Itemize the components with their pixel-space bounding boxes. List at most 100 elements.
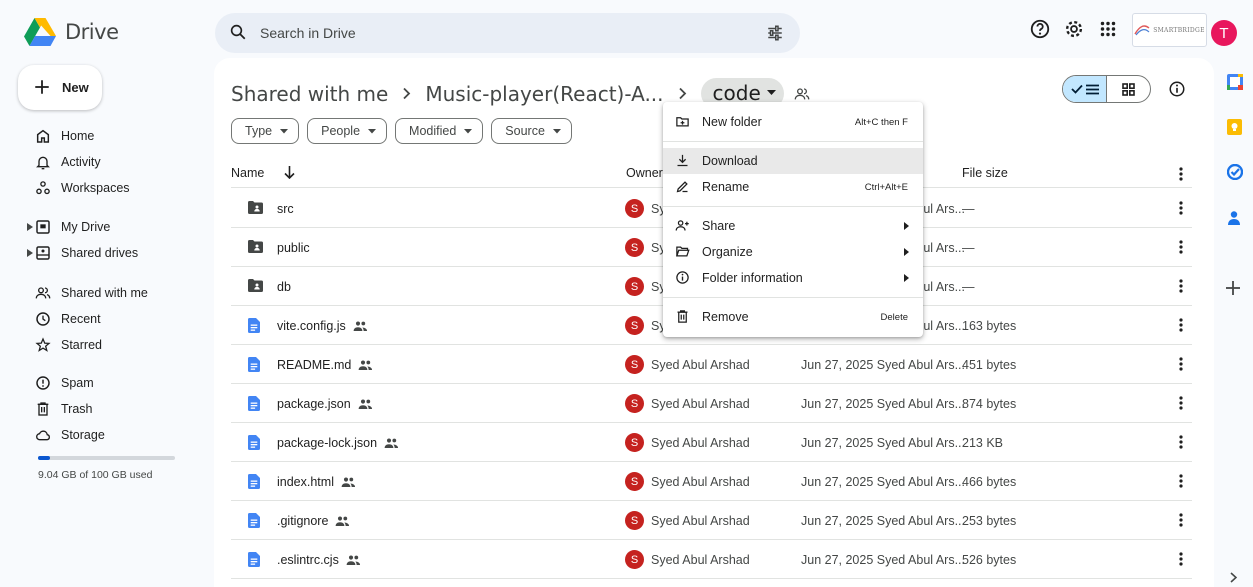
table-row[interactable]: package.json S Syed Abul Arshad Jun 27, 202…	[231, 384, 1192, 423]
table-row[interactable]: .eslintrc.cjs S Syed Abul Arshad Jun 27, 20…	[231, 540, 1192, 579]
sidebar-item-workspaces[interactable]: Workspaces	[0, 176, 205, 200]
shared-folder-icon	[794, 87, 810, 99]
more-vert-icon	[1179, 513, 1183, 527]
menu-item-rename[interactable]: Rename Ctrl+Alt+E	[663, 174, 923, 200]
storage-usage-fill	[38, 456, 51, 460]
breadcrumb-parent-folder[interactable]: Music-player(React)-A...	[425, 82, 663, 106]
more-actions-button[interactable]	[1179, 513, 1183, 527]
file-name[interactable]: src	[277, 202, 294, 216]
file-name[interactable]: .eslintrc.cjs	[277, 553, 361, 567]
home-icon	[36, 129, 50, 143]
expand-arrow-icon[interactable]	[27, 249, 33, 257]
filter-people[interactable]: People	[307, 118, 388, 144]
shared-folder-icon	[248, 201, 263, 214]
menu-item-download[interactable]: Download	[663, 148, 923, 174]
caret-down-icon	[280, 128, 289, 133]
filter-type[interactable]: Type	[231, 118, 300, 144]
more-actions-button[interactable]	[1179, 435, 1183, 449]
view-toggle	[1062, 75, 1151, 103]
file-type-icon	[248, 513, 260, 528]
table-row[interactable]: package-lock.json S Syed Abul Arshad Jun 27…	[231, 423, 1192, 462]
help-icon[interactable]	[1029, 18, 1051, 40]
people-icon	[35, 287, 51, 299]
table-row[interactable]: .gitignore S Syed Abul Arshad Jun 27, 2025 …	[231, 501, 1192, 540]
column-header-file-size[interactable]: File size	[962, 166, 1008, 180]
menu-item-folder-information[interactable]: Folder information	[663, 265, 923, 291]
more-actions-button[interactable]	[1179, 357, 1183, 371]
tasks-icon[interactable]	[1227, 164, 1243, 180]
sidebar-item-spam[interactable]: Spam	[0, 371, 205, 395]
list-view-button[interactable]	[1063, 76, 1107, 102]
more-actions-button[interactable]	[1179, 552, 1183, 566]
sidebar-item-trash[interactable]: Trash	[0, 397, 205, 421]
table-row[interactable]: index.html S Syed Abul Arshad Jun 27, 2025 …	[231, 462, 1192, 501]
menu-item-new-folder[interactable]: New folder Alt+C then F	[663, 109, 923, 135]
info-icon[interactable]	[1168, 80, 1186, 98]
contacts-icon[interactable]	[1227, 210, 1241, 226]
sidebar-item-recent[interactable]: Recent	[0, 307, 205, 331]
calendar-icon[interactable]	[1227, 74, 1243, 90]
search-input[interactable]: Search in Drive	[260, 25, 356, 41]
grid-view-button[interactable]	[1107, 76, 1150, 102]
owner-name: Syed Abul Arshad	[651, 552, 750, 567]
organization-logo[interactable]: SMARTBRIDGE	[1132, 13, 1207, 47]
brand-label: SMARTBRIDGE	[1153, 26, 1205, 34]
sidebar-item-storage[interactable]: Storage	[0, 423, 205, 447]
apps-grid-icon[interactable]	[1097, 18, 1119, 40]
filter-source[interactable]: Source	[491, 118, 572, 144]
filter-modified[interactable]: Modified	[395, 118, 484, 144]
expand-arrow-icon[interactable]	[27, 223, 33, 231]
more-actions-button[interactable]	[1179, 474, 1183, 488]
file-name[interactable]: README.md	[277, 358, 373, 372]
search-bar[interactable]: Search in Drive	[215, 13, 800, 53]
modified-cell: Jun 27, 2025 Syed Abul Ars...	[801, 397, 966, 411]
more-vert-icon[interactable]	[1179, 167, 1183, 181]
file-name[interactable]: package-lock.json	[277, 436, 399, 450]
file-name[interactable]: db	[277, 280, 291, 294]
owner-avatar: S	[625, 277, 644, 296]
file-name[interactable]: .gitignore	[277, 514, 350, 528]
breadcrumb-shared-with-me[interactable]: Shared with me	[231, 82, 388, 106]
new-button[interactable]: New	[18, 65, 102, 110]
document-icon	[248, 357, 260, 372]
settings-icon[interactable]	[1063, 18, 1085, 40]
file-name[interactable]: package.json	[277, 397, 373, 411]
shared-people-icon	[346, 555, 360, 565]
document-icon	[248, 552, 260, 567]
file-name[interactable]: index.html	[277, 475, 356, 489]
shared-people-icon	[336, 516, 350, 526]
file-size-cell: 874 bytes	[962, 397, 1017, 411]
sidebar-item-activity[interactable]: Activity	[0, 150, 205, 174]
table-row[interactable]: README.md S Syed Abul Arshad Jun 27, 2025 S…	[231, 345, 1192, 384]
search-options-icon[interactable]	[766, 24, 784, 42]
file-type-icon	[248, 474, 260, 489]
document-icon	[248, 435, 260, 450]
menu-item-remove[interactable]: Remove Delete	[663, 304, 923, 330]
sidebar-item-home[interactable]: Home	[0, 124, 205, 148]
menu-item-organize[interactable]: Organize	[663, 239, 923, 265]
sidebar-item-starred[interactable]: Starred	[0, 333, 205, 357]
more-vert-icon	[1179, 474, 1183, 488]
sidebar-item-shared-with-me[interactable]: Shared with me	[0, 281, 205, 305]
more-actions-button[interactable]	[1179, 279, 1183, 293]
file-size-cell: 253 bytes	[962, 514, 1017, 528]
more-actions-button[interactable]	[1179, 396, 1183, 410]
more-actions-button[interactable]	[1179, 240, 1183, 254]
column-header-owner[interactable]: Owner	[626, 166, 663, 180]
keep-icon[interactable]	[1227, 119, 1242, 135]
chevron-right-icon[interactable]	[1230, 572, 1237, 583]
modified-cell: Jun 27, 2025 Syed Abul Ars...	[801, 358, 966, 372]
more-actions-button[interactable]	[1179, 201, 1183, 215]
more-actions-button[interactable]	[1179, 318, 1183, 332]
file-name[interactable]: public	[277, 241, 310, 255]
sidebar-item-shared-drives[interactable]: Shared drives	[0, 241, 205, 265]
column-header-name[interactable]: Name	[231, 166, 264, 180]
sidebar-item-my-drive[interactable]: My Drive	[0, 215, 205, 239]
file-type-icon	[248, 396, 260, 411]
file-name[interactable]: vite.config.js	[277, 319, 368, 333]
shared-people-icon	[341, 477, 356, 487]
drive-logo[interactable]: Drive	[24, 18, 119, 46]
sort-arrow-down-icon[interactable]	[284, 166, 295, 179]
add-addon-icon[interactable]	[1225, 280, 1241, 296]
menu-item-share[interactable]: Share	[663, 213, 923, 239]
